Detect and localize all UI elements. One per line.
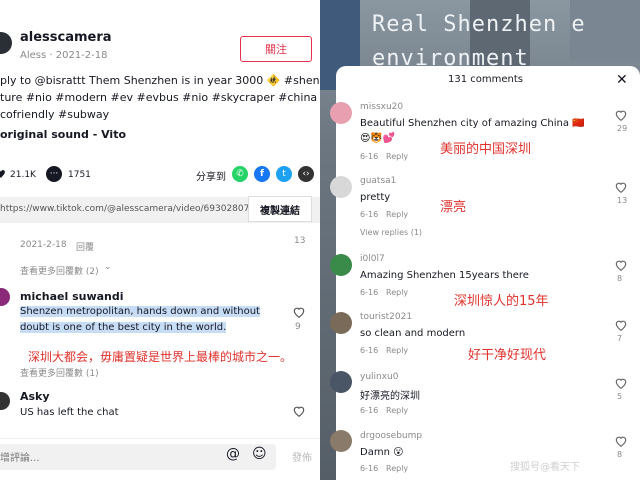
comment1-line-2: doubt is one of the best city in the wor… [20, 322, 227, 333]
comment0-more-replies[interactable]: 查看更多回覆數 (2) [20, 264, 99, 277]
comment-username[interactable]: i0l0l7 [360, 254, 385, 264]
comment-translation: 好干净好现代 [468, 348, 547, 363]
comment-username[interactable]: tourist2021 [360, 312, 412, 322]
comments-panel: 131 comments ✕ missxu20 Beautiful Shenzh… [330, 66, 640, 480]
like-count: 21.1K [10, 170, 36, 180]
comment1-avatar[interactable] [0, 288, 10, 306]
comment-likes: 29 [617, 124, 628, 133]
embed-icon[interactable]: ‹› [298, 166, 314, 182]
comment-avatar[interactable] [330, 176, 352, 198]
comments-header: 131 comments [448, 74, 523, 85]
caption-line-2: ture #nio #modern #ev #evbus #nio #skycr… [0, 91, 318, 104]
copy-link-button[interactable]: 複製連結 [248, 196, 312, 222]
like-icon[interactable]: ♥ [0, 168, 6, 181]
comment-username[interactable]: drgoosebump [360, 431, 422, 441]
comment-likes: 13 [617, 196, 628, 205]
comment-username[interactable]: guatsa1 [360, 176, 396, 186]
comment-reply[interactable]: Reply [386, 210, 408, 219]
comment-text: Damn 😮 [360, 447, 404, 458]
caption-line-3: cofriendly #subway [0, 108, 110, 121]
comment-likes: 8 [617, 274, 623, 283]
heart-icon[interactable] [614, 108, 628, 122]
comment-avatar[interactable] [330, 371, 352, 393]
comment-translation: 漂亮 [440, 200, 467, 215]
heart-icon[interactable] [292, 404, 306, 418]
caption-line-1: ply to @bisrattt Them Shenzhen is in yea… [0, 74, 320, 87]
close-icon[interactable]: ✕ [616, 72, 628, 88]
comment-avatar[interactable] [330, 312, 352, 334]
comment-date: 6-16 [360, 464, 379, 473]
watermark: 搜狐号@看天下 [510, 462, 580, 473]
comment1-translation: 深圳大都会，毋庸置疑是世界上最棒的城市之一。 [28, 350, 293, 364]
share-label: 分享到 [196, 172, 226, 183]
comment-date: 6-16 [360, 210, 379, 219]
comment-reply[interactable]: Reply [386, 346, 408, 355]
comment1-username[interactable]: michael suwandi [20, 290, 124, 303]
at-icon[interactable]: @ [226, 446, 240, 462]
comment0-reply[interactable]: 回覆 [76, 240, 94, 253]
view-replies-link[interactable]: View replies (1) [360, 228, 422, 237]
comment-username[interactable]: missxu20 [360, 102, 403, 112]
heart-icon[interactable] [614, 258, 628, 272]
heart-icon[interactable] [614, 180, 628, 194]
comment-date: 6-16 [360, 152, 379, 161]
heart-icon[interactable] [614, 376, 628, 390]
video-overlay-text-1: Real Shenzhen e [372, 12, 586, 37]
comment-text: so clean and modern [360, 328, 466, 339]
comment-date: 6-16 [360, 406, 379, 415]
comment-text: Amazing Shenzhen 15years there [360, 270, 529, 281]
author-username[interactable]: alesscamera [20, 30, 112, 45]
comment-count: 1751 [68, 170, 91, 180]
comment1-likes: 9 [295, 322, 301, 332]
heart-icon[interactable] [614, 434, 628, 448]
comment-translation: 美丽的中国深圳 [440, 142, 532, 157]
comment-likes: 8 [617, 450, 623, 459]
comment-date: 6-16 [360, 346, 379, 355]
comment-reply[interactable]: Reply [386, 288, 408, 297]
comment1-more-replies[interactable]: 查看更多回覆數 (1) [20, 366, 99, 379]
comment-date: 6-16 [360, 288, 379, 297]
emoji-icon[interactable]: ☺ [252, 446, 267, 462]
heart-icon[interactable] [292, 305, 306, 319]
comment-text: Beautiful Shenzhen city of amazing China… [360, 118, 585, 129]
comment-text: pretty [360, 192, 391, 203]
whatsapp-icon[interactable]: ✆ [232, 166, 248, 182]
comment-avatar[interactable] [330, 430, 352, 452]
comment-avatar[interactable] [330, 102, 352, 124]
sound-label[interactable]: original sound - Vito [0, 128, 126, 141]
twitter-icon[interactable]: t [276, 166, 292, 182]
author-avatar[interactable] [0, 32, 12, 54]
comment-reply[interactable]: Reply [386, 464, 408, 473]
comment-avatar[interactable] [330, 254, 352, 276]
comment0-date: 2021-2-18 [20, 240, 67, 250]
follow-button[interactable]: 關注 [240, 36, 312, 62]
comment2-text: US has left the chat [20, 407, 119, 418]
chevron-down-icon: ⌄ [104, 262, 112, 272]
comment-emoji: 😍🐯💕 [360, 133, 396, 144]
comment-likes: 7 [617, 334, 623, 343]
comment-reply[interactable]: Reply [386, 152, 408, 161]
comment-input-placeholder: 增評論... [0, 453, 40, 464]
video-link[interactable]: https://www.tiktok.com/@alesscamera/vide… [0, 204, 275, 214]
comment2-avatar[interactable] [0, 392, 10, 410]
comment2-username[interactable]: Asky [20, 390, 50, 403]
facebook-icon[interactable]: f [254, 166, 270, 182]
author-subline: Aless · 2021-2-18 [20, 50, 108, 61]
comment-text: 好漂亮的深圳 [360, 391, 420, 402]
comment-likes: 5 [617, 392, 623, 401]
comment0-likes: 13 [294, 236, 306, 246]
comment-reply[interactable]: Reply [386, 406, 408, 415]
left-screenshot: alesscamera Aless · 2021-2-18 關注 ply to … [0, 0, 320, 480]
comment-username[interactable]: yulinxu0 [360, 372, 399, 382]
comment1-line-1: Shenzen metropolitan, hands down and wit… [20, 306, 260, 317]
comment-icon[interactable]: ··· [46, 166, 62, 182]
heart-icon[interactable] [614, 318, 628, 332]
post-button[interactable]: 發佈 [292, 449, 312, 464]
comment-translation: 深圳惊人的15年 [454, 294, 549, 309]
